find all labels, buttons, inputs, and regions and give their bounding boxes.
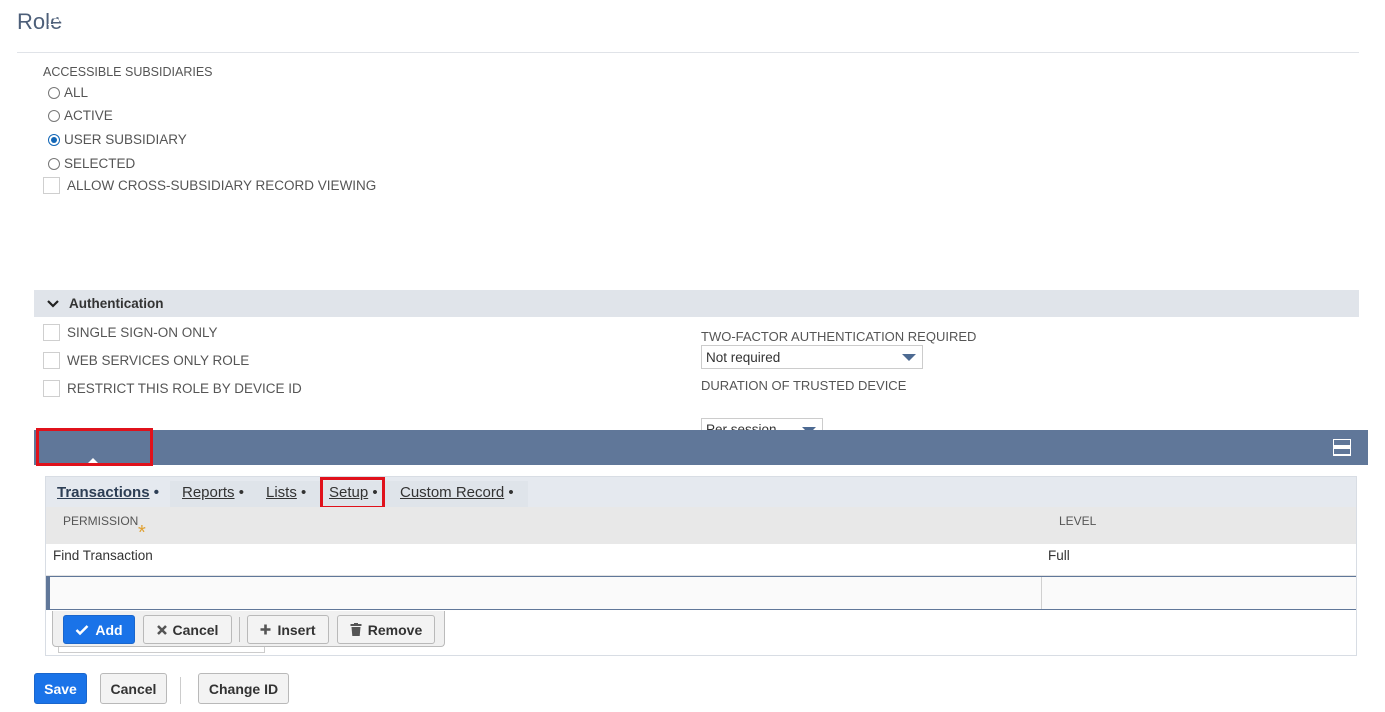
remove-button-label: Remove (367, 621, 423, 638)
cancel-button[interactable]: Cancel (100, 673, 167, 704)
radio-selected[interactable]: SELECTED (48, 156, 135, 171)
restrict-device[interactable]: RESTRICT THIS ROLE BY DEVICE ID (43, 380, 302, 397)
plus-icon (260, 624, 271, 635)
required-asterisk: * (138, 522, 146, 544)
edit-row (46, 576, 1356, 610)
radio-user-subsidiary[interactable]: USER SUBSIDIARY (48, 132, 187, 147)
change-id-button-label: Change ID (208, 680, 279, 697)
remove-button[interactable]: Remove (337, 615, 435, 644)
cell-level: Full (1048, 548, 1070, 563)
radio-selected-control[interactable] (48, 157, 60, 170)
two-factor-value: Not required (706, 349, 781, 365)
trash-icon (350, 623, 362, 636)
trusted-device-label: DURATION OF TRUSTED DEVICE (701, 378, 907, 393)
table-row[interactable] (46, 544, 1356, 576)
cancel-button-label: Cancel (110, 680, 157, 697)
tab-translation[interactable]: Translation (659, 0, 733, 35)
radio-selected-label: SELECTED (64, 156, 136, 171)
cell-permission: Find Transaction (53, 548, 153, 563)
subtab-custom-record-label: Custom Record (400, 484, 505, 501)
cross-subsidiary-viewing[interactable]: ALLOW CROSS-SUBSIDIARY RECORD VIEWING (43, 177, 376, 194)
subtab-separator: • (301, 484, 307, 501)
dropdown-caret-icon (902, 354, 916, 361)
restrict-device-checkbox[interactable] (43, 380, 60, 397)
checkmark-icon (76, 624, 89, 635)
two-factor-label: TWO-FACTOR AUTHENTICATION REQUIRED (701, 329, 977, 344)
permissions-tab-highlight (36, 428, 153, 466)
sso-checkbox[interactable] (43, 324, 60, 341)
sso-only[interactable]: SINGLE SIGN-ON ONLY (43, 324, 218, 341)
subtab-transactions-label: Transactions (57, 484, 150, 501)
setup-subtab-highlight (320, 477, 385, 509)
subtab-reports-label: Reports (182, 484, 235, 501)
edit-row-column-divider (1041, 577, 1042, 609)
subsidiaries-label: ACCESSIBLE SUBSIDIARIES (43, 65, 213, 79)
restrict-device-label: RESTRICT THIS ROLE BY DEVICE ID (67, 381, 302, 396)
subtab-separator: • (508, 484, 514, 501)
row-cancel-label: Cancel (172, 621, 219, 638)
cross-subsidiary-checkbox[interactable] (43, 177, 60, 194)
change-id-button[interactable]: Change ID (198, 673, 289, 704)
title-divider (17, 52, 1359, 53)
authentication-title: Authentication (69, 296, 164, 311)
save-button-label: Save (44, 680, 77, 697)
column-header-permission: PERMISSION (63, 514, 139, 528)
authentication-section-header[interactable]: Authentication (34, 290, 1359, 317)
radio-all-control[interactable] (48, 86, 60, 99)
insert-button-label: Insert (277, 621, 316, 638)
subtab-custom-record[interactable]: Custom Record • (400, 477, 514, 507)
radio-active-label: ACTIVE (64, 108, 113, 123)
edit-row-indicator (46, 576, 50, 610)
column-header-level: LEVEL (1059, 514, 1097, 528)
save-button[interactable]: Save (34, 673, 87, 704)
subtab-lists-label: Lists (266, 484, 297, 501)
subtab-separator: • (238, 484, 244, 501)
web-services-checkbox[interactable] (43, 352, 60, 369)
button-divider (239, 617, 240, 642)
subtab-lists[interactable]: Lists • (266, 477, 306, 507)
subtab-transactions[interactable]: Transactions • (57, 477, 159, 507)
radio-all[interactable]: ALL (48, 85, 88, 100)
subtab-separator: • (153, 484, 159, 501)
add-button[interactable]: Add (63, 615, 135, 644)
close-icon (156, 624, 167, 635)
radio-user-subsidiary-control[interactable] (48, 133, 60, 146)
grid-header (46, 507, 1356, 545)
web-services-only[interactable]: WEB SERVICES ONLY ROLE (43, 352, 249, 369)
row-cancel-button[interactable]: Cancel (143, 615, 232, 644)
cross-subsidiary-label: ALLOW CROSS-SUBSIDIARY RECORD VIEWING (67, 178, 377, 193)
sso-label: SINGLE SIGN-ON ONLY (67, 325, 218, 340)
radio-active[interactable]: ACTIVE (48, 108, 113, 123)
insert-button[interactable]: Insert (247, 615, 329, 644)
radio-user-subsidiary-label: USER SUBSIDIARY (64, 132, 187, 147)
two-factor-select[interactable]: Not required (701, 345, 923, 369)
tab-preferences[interactable]: Preferences (443, 0, 524, 35)
main-tab-bar (34, 430, 1368, 465)
menu-icon[interactable] (1333, 439, 1351, 456)
chevron-down-icon (47, 299, 59, 308)
tab-forms[interactable]: Forms (277, 0, 320, 35)
radio-all-label: ALL (64, 85, 89, 100)
tab-searches[interactable]: Searches (349, 0, 412, 35)
subtab-reports[interactable]: Reports • (182, 477, 244, 507)
tab-restrictions[interactable]: Restrictions (168, 0, 246, 35)
tab-dashboard[interactable]: Dashboard (555, 0, 628, 35)
radio-active-control[interactable] (48, 109, 60, 122)
web-services-label: WEB SERVICES ONLY ROLE (67, 353, 250, 368)
tab-permissions[interactable]: Permissions (48, 0, 137, 35)
footer-divider (180, 677, 181, 704)
add-button-label: Add (95, 621, 123, 638)
